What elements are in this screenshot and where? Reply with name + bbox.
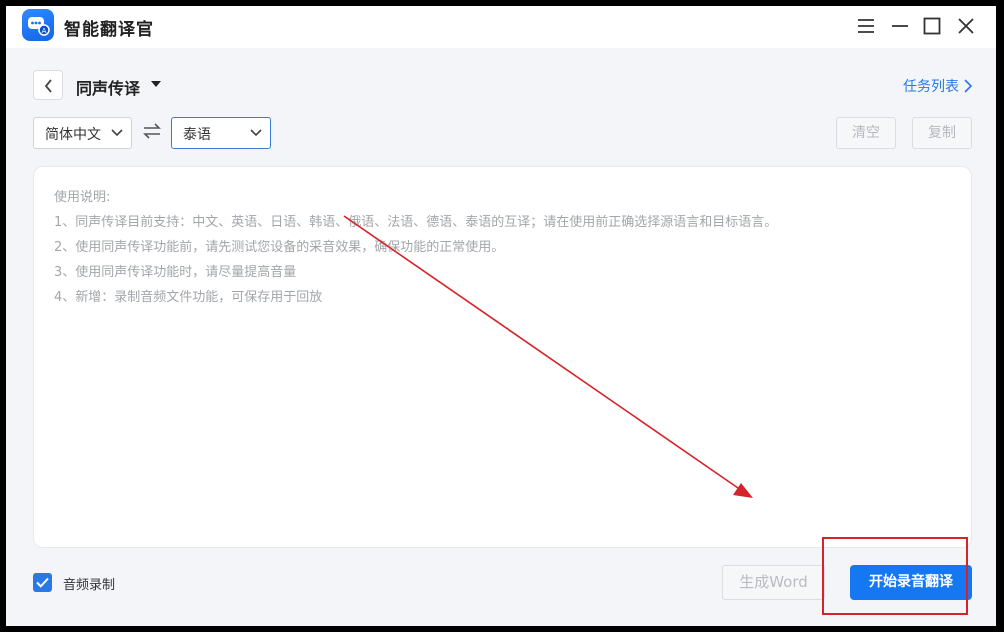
app-title: 智能翻译官 [64, 20, 154, 40]
generate-word-button[interactable]: 生成Word [722, 565, 825, 600]
instruction-line: 3、使用同声传译功能时，请尽量提高音量 [54, 265, 297, 280]
instructions-heading: 使用说明: [54, 190, 111, 205]
chevron-down-icon [250, 129, 262, 137]
title-bar: A 智能翻译官 [6, 6, 996, 48]
swap-icon[interactable] [142, 122, 162, 140]
app-window: A 智能翻译官 同声传译 任务列表 简体中文 泰语 清空 复制 使用说明: 1、… [6, 6, 996, 626]
target-language-select[interactable]: 泰语 [171, 117, 271, 149]
minimize-icon[interactable] [888, 14, 912, 38]
translation-text-area[interactable]: 使用说明: 1、同声传译目前支持：中文、英语、日语、韩语、俄语、法语、德语、泰语… [33, 166, 972, 548]
back-button[interactable] [33, 70, 63, 100]
task-list-link[interactable]: 任务列表 [903, 76, 959, 96]
instruction-line: 1、同声传译目前支持：中文、英语、日语、韩语、俄语、法语、德语、泰语的互译；请在… [54, 215, 778, 230]
chevron-down-icon [111, 129, 123, 137]
close-icon[interactable] [954, 14, 978, 38]
menu-icon[interactable] [854, 14, 878, 38]
instruction-line: 4、新增：录制音频文件功能，可保存用于回放 [54, 290, 323, 305]
instruction-line: 2、使用同声传译功能前，请先测试您设备的采音效果，确保功能的正常使用。 [54, 240, 505, 255]
app-logo-icon: A [22, 9, 54, 41]
copy-button[interactable]: 复制 [912, 117, 972, 149]
target-language-value: 泰语 [183, 127, 211, 143]
chevron-left-icon [44, 79, 52, 93]
maximize-icon[interactable] [920, 14, 944, 38]
source-language-select[interactable]: 简体中文 [33, 117, 132, 149]
audio-record-label[interactable]: 音频录制 [63, 574, 115, 593]
caret-down-icon[interactable] [150, 80, 162, 88]
checkmark-icon [36, 577, 49, 588]
clear-button[interactable]: 清空 [836, 117, 896, 149]
page-title: 同声传译 [76, 79, 141, 98]
source-language-value: 简体中文 [45, 127, 101, 143]
svg-text:A: A [42, 27, 47, 35]
audio-record-checkbox[interactable] [33, 573, 52, 592]
annotation-highlight-box [822, 537, 968, 615]
chevron-right-icon[interactable] [963, 79, 973, 93]
